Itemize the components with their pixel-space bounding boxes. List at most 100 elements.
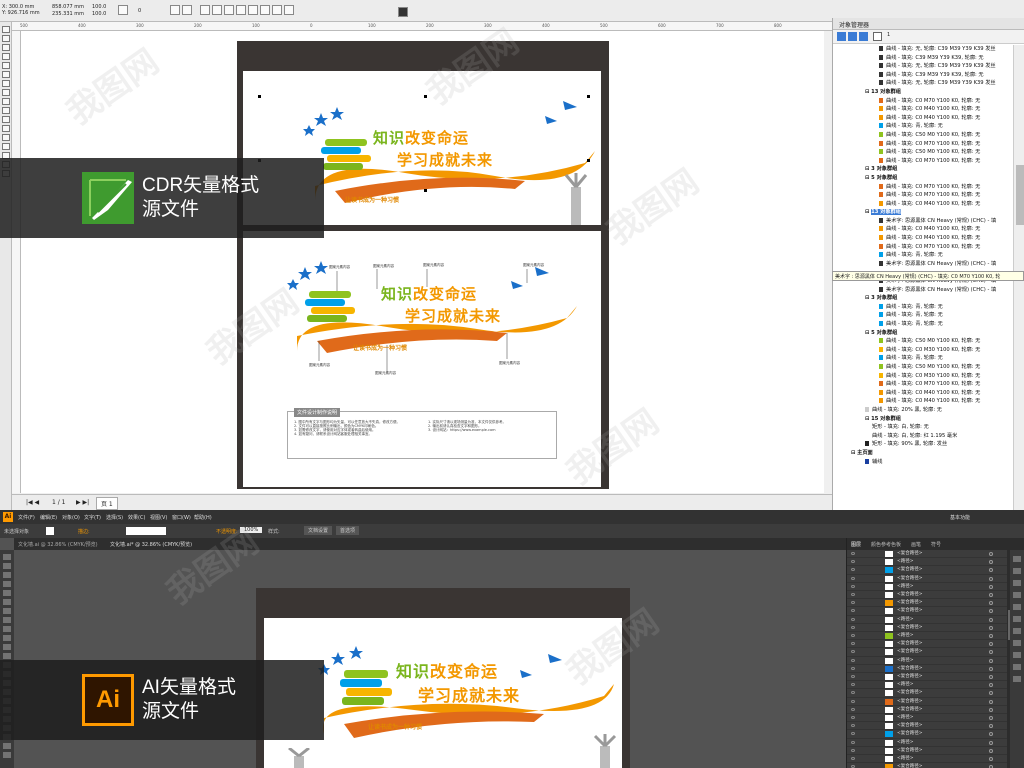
object-row[interactable]: 曲线 - 填充: 青, 轮廓: 无: [833, 251, 1013, 260]
object-group-row[interactable]: ⊟ 5 对象群组: [833, 329, 1013, 338]
visibility-eye-icon[interactable]: [851, 650, 855, 654]
pencil-icon[interactable]: [3, 635, 11, 641]
target-circle-icon[interactable]: [989, 757, 993, 761]
polygon-tool-icon[interactable]: [2, 98, 10, 105]
object-row[interactable]: 曲线 - 填充: C0 M70 Y100 K0, 轮廓: 无: [833, 183, 1013, 192]
layer-row[interactable]: <复合路径>: [847, 706, 1007, 714]
height-field[interactable]: 235.331 mm: [52, 11, 84, 17]
menu-item[interactable]: 编辑(E): [40, 514, 57, 521]
menu-item[interactable]: 视图(V): [150, 514, 167, 521]
target-circle-icon[interactable]: [989, 707, 993, 712]
target-circle-icon[interactable]: [989, 732, 993, 737]
object-row[interactable]: 曲线 - 填充: C0 M40 Y100 K0, 轮廓: 无: [833, 114, 1013, 123]
text-tool-icon[interactable]: [2, 107, 10, 114]
object-row[interactable]: 曲线 - 填充: C0 M40 Y100 K0, 轮廓: 无: [833, 234, 1013, 243]
visibility-eye-icon[interactable]: [851, 699, 855, 703]
layer-row[interactable]: <复合路径>: [847, 607, 1007, 616]
menu-item[interactable]: 文字(T): [84, 514, 101, 521]
y-coordinate[interactable]: Y: 926.716 mm: [2, 10, 40, 16]
visibility-eye-icon[interactable]: [851, 625, 855, 629]
graphic-styles-icon[interactable]: [1013, 604, 1021, 610]
layer-row[interactable]: <路径>: [847, 714, 1007, 723]
outline-icon[interactable]: [398, 7, 408, 17]
object-row[interactable]: 曲线 - 填充: 青, 轮廓: 无: [833, 311, 1013, 320]
layer-row[interactable]: <路径>: [847, 632, 1007, 641]
menu-item[interactable]: 效果(C): [128, 514, 145, 521]
drop-shadow-icon[interactable]: [2, 134, 10, 141]
panel-tab[interactable]: 颜色参考: [871, 541, 891, 548]
object-row[interactable]: 美术字: 思源黑体 CN Heavy (常规) (CHC) - 填: [833, 217, 1013, 226]
layer-row[interactable]: <复合路径>: [847, 698, 1007, 706]
object-group-row[interactable]: ⊟ 3 对象群组: [833, 165, 1013, 174]
layer-row[interactable]: <复合路径>: [847, 575, 1007, 583]
layer-row[interactable]: <复合路径>: [847, 665, 1007, 673]
object-row[interactable]: 曲线 - 填充: C0 M70 Y100 K0, 轮廓: 无: [833, 243, 1013, 252]
target-circle-icon[interactable]: [989, 617, 993, 622]
menu-item[interactable]: 帮助(H): [194, 514, 212, 521]
object-row[interactable]: 曲线 - 填充: C0 M70 Y100 K0, 轮廓: 无: [833, 191, 1013, 200]
visibility-eye-icon[interactable]: [851, 691, 855, 695]
visibility-eye-icon[interactable]: [851, 609, 855, 613]
object-row[interactable]: 美术字: 思源黑体 CN Heavy (常规) (CHC) - 填: [833, 260, 1013, 269]
selection-handle[interactable]: [258, 95, 261, 98]
object-row[interactable]: 曲线 - 填充: C0 M70 Y100 K0, 轮廓: 无: [833, 380, 1013, 389]
layer-row[interactable]: <复合路径>: [847, 722, 1007, 731]
object-row[interactable]: 曲线 - 填充: C0 M40 Y100 K0, 轮廓: 无: [833, 200, 1013, 209]
target-circle-icon[interactable]: [989, 642, 993, 647]
visibility-eye-icon[interactable]: [851, 593, 855, 596]
object-row[interactable]: 矩形 - 填充: 白, 轮廓: 无: [833, 423, 1013, 432]
paintbrush-icon[interactable]: [3, 626, 11, 632]
appearance-panel-icon[interactable]: [1013, 616, 1021, 622]
target-circle-icon[interactable]: [989, 625, 993, 630]
layer-row[interactable]: <复合路径>: [847, 599, 1007, 608]
simplify-icon[interactable]: [272, 5, 282, 15]
lasso-icon[interactable]: [3, 581, 11, 587]
transform-panel-icon[interactable]: [1013, 664, 1021, 670]
target-circle-icon[interactable]: [989, 568, 993, 573]
object-row[interactable]: 曲线 - 填充: 青, 轮廓: 无: [833, 122, 1013, 131]
align-panel-icon[interactable]: [1013, 652, 1021, 658]
object-row[interactable]: 曲线 - 填充: C50 M0 Y100 K0, 轮廓: 无: [833, 131, 1013, 140]
object-group-row[interactable]: ⊟ 15 对象群组: [833, 415, 1013, 424]
visibility-eye-icon[interactable]: [851, 732, 855, 736]
target-circle-icon[interactable]: [989, 560, 993, 565]
next-page-icon[interactable]: ▶ ▶|: [76, 499, 89, 506]
artboard-tool-icon[interactable]: [3, 743, 11, 749]
magic-wand-icon[interactable]: [3, 572, 11, 578]
object-row[interactable]: 曲线 - 填充: C50 M0 Y100 K0, 轮廓: 无: [833, 148, 1013, 157]
layer-row[interactable]: <复合路径>: [847, 730, 1007, 739]
layer-row[interactable]: <路径>: [847, 583, 1007, 591]
layer-row[interactable]: <复合路径>: [847, 550, 1007, 559]
ellipse-tool-icon[interactable]: [2, 89, 10, 96]
layer-row[interactable]: <复合路径>: [847, 591, 1007, 600]
target-circle-icon[interactable]: [989, 666, 993, 671]
visibility-eye-icon[interactable]: [851, 707, 855, 711]
layer-row[interactable]: <复合路径>: [847, 624, 1007, 632]
line-tool-icon[interactable]: [3, 608, 11, 614]
target-circle-icon[interactable]: [989, 740, 993, 745]
object-row[interactable]: 曲线 - 填充: 无, 轮廓: C39 M39 Y39 K39 发丝: [833, 45, 1013, 54]
target-circle-icon[interactable]: [989, 576, 993, 581]
intersect-icon[interactable]: [260, 5, 270, 15]
object-row[interactable]: 曲线 - 填充: C39 M39 Y39 K39, 轮廓: 无: [833, 71, 1013, 80]
symbols-panel-icon[interactable]: [1013, 592, 1021, 598]
object-group-row[interactable]: ⊟ 主页面: [833, 449, 1013, 458]
target-circle-icon[interactable]: [989, 748, 993, 753]
artboards-panel-icon[interactable]: [1013, 640, 1021, 646]
transparency-icon[interactable]: [2, 143, 10, 150]
layer-row[interactable]: <路径>: [847, 681, 1007, 690]
edit-across-layers-icon[interactable]: [848, 32, 857, 41]
object-row[interactable]: 曲线 - 填充: 青, 轮廓: 无: [833, 320, 1013, 329]
target-circle-icon[interactable]: [989, 691, 993, 696]
visibility-eye-icon[interactable]: [851, 552, 855, 555]
pen-tool-icon[interactable]: [3, 590, 11, 596]
layers-list[interactable]: <复合路径> <路径> <复合路径> <复合路径> <路径> <复合路径> <复合路径> <复…: [847, 550, 1007, 768]
layer-row[interactable]: <复合路径>: [847, 648, 1007, 657]
document-setup-button[interactable]: 文档设置: [304, 526, 333, 535]
target-circle-icon[interactable]: [989, 683, 993, 688]
target-circle-icon[interactable]: [989, 593, 993, 597]
menu-item[interactable]: 窗口(W): [172, 514, 191, 521]
visibility-eye-icon[interactable]: [851, 634, 855, 637]
layer-row[interactable]: <复合路径>: [847, 763, 1007, 768]
align-icon[interactable]: [224, 5, 234, 15]
